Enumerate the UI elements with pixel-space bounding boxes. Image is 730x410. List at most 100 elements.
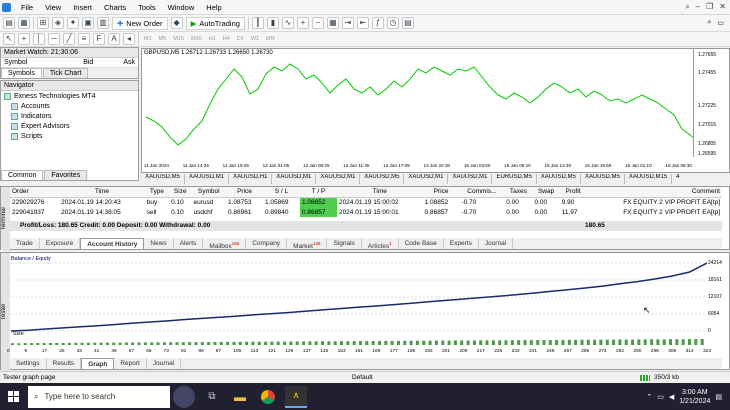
- price-chart[interactable]: GBPUSD,M5 1.26712 1.26733 1.26650 1.2673…: [141, 48, 730, 173]
- col-price[interactable]: Price: [226, 187, 263, 198]
- timeframe-m30[interactable]: M30: [189, 36, 204, 42]
- timeframe-m15[interactable]: M15: [171, 36, 186, 42]
- timeframe-h1[interactable]: H1: [207, 36, 218, 42]
- data-window-icon[interactable]: ◈: [52, 17, 64, 29]
- timeframe-m5[interactable]: M5: [157, 36, 169, 42]
- chart-tab[interactable]: XAUUSD,M1: [185, 174, 230, 184]
- periods-icon[interactable]: ◷: [386, 17, 399, 29]
- tab-code-base[interactable]: Code Base: [399, 238, 444, 249]
- tab-alerts[interactable]: Alerts: [174, 238, 204, 249]
- chart-tab[interactable]: XAUUSD,M1: [448, 174, 493, 184]
- col-profit[interactable]: Profit: [559, 187, 587, 198]
- new-chart-icon[interactable]: ▤: [3, 17, 15, 29]
- line-chart-icon[interactable]: ∿: [281, 17, 294, 29]
- col-close-time[interactable]: Time: [336, 187, 423, 198]
- metaeditor-icon[interactable]: ◆: [170, 17, 183, 29]
- nav-accounts[interactable]: Accounts: [1, 101, 138, 111]
- menu-charts[interactable]: Charts: [98, 3, 132, 12]
- col-comment[interactable]: Comment: [586, 187, 722, 198]
- windows-start-icon[interactable]: [3, 386, 25, 408]
- col-ask[interactable]: Ask: [123, 59, 135, 66]
- chart-tab[interactable]: XAUUSD,M1: [316, 174, 361, 184]
- taskbar-search[interactable]: ⌕ Type here to search: [28, 385, 170, 408]
- tab-mailbox[interactable]: Mailbox156: [203, 238, 247, 250]
- tab-settings[interactable]: Settings: [10, 358, 47, 369]
- col-symbol[interactable]: Symbol: [191, 187, 226, 198]
- chart-tab[interactable]: XAUUSD,M5: [360, 174, 405, 184]
- horizontal-line-icon[interactable]: ─: [48, 33, 60, 45]
- tab-graph[interactable]: Graph: [81, 358, 115, 369]
- clock[interactable]: 3:00 AM 1/21/2024: [679, 388, 710, 406]
- menu-window[interactable]: Window: [162, 3, 201, 12]
- profiles-icon[interactable]: ▦: [18, 17, 30, 29]
- menu-insert[interactable]: Insert: [67, 3, 98, 12]
- chat-icon[interactable]: ▭: [717, 19, 724, 27]
- chart-tab[interactable]: XAUUSD,M1: [404, 174, 449, 184]
- metatrader-icon[interactable]: ∧: [285, 385, 307, 408]
- new-order-button[interactable]: ✚ New Order: [112, 16, 168, 30]
- tab-favorites[interactable]: Favorites: [44, 170, 88, 180]
- tab-common[interactable]: Common: [1, 170, 44, 180]
- fibonacci-icon[interactable]: F: [93, 33, 105, 45]
- chart-shift-icon[interactable]: ⇤: [356, 17, 369, 29]
- navigator-icon[interactable]: ✦: [67, 17, 79, 29]
- tab-results[interactable]: Results: [47, 358, 82, 369]
- col-symbol[interactable]: Symbol: [4, 59, 27, 66]
- nav-expert-advisors[interactable]: Expert Advisors: [1, 121, 138, 131]
- candle-chart-icon[interactable]: ▮: [266, 17, 279, 29]
- chart-tab[interactable]: 4: [672, 174, 683, 184]
- file-explorer-icon[interactable]: ▬: [229, 386, 251, 408]
- chart-tab[interactable]: XAUUSD,M15: [625, 174, 673, 184]
- col-close-price[interactable]: Price: [422, 187, 460, 198]
- tab-exposure[interactable]: Exposure: [40, 238, 81, 249]
- nav-scripts[interactable]: Scripts: [1, 131, 138, 141]
- col-taxes[interactable]: Taxes: [504, 187, 533, 198]
- col-order[interactable]: Order: [10, 187, 60, 198]
- table-row[interactable]: 229041937 2024.01.19 14:38:05 sell 0.10 …: [10, 207, 722, 217]
- timeframe-d1[interactable]: D1: [235, 36, 246, 42]
- tab-tick-chart[interactable]: Tick Chart: [42, 68, 89, 78]
- chart-tab[interactable]: XAUUSD,M5: [141, 174, 186, 184]
- col-sl[interactable]: S / L: [262, 187, 300, 198]
- col-type[interactable]: Type: [144, 187, 170, 198]
- tab-tester-journal[interactable]: Journal: [147, 358, 182, 369]
- chart-tab[interactable]: XAUUSD,M5: [581, 174, 625, 184]
- volume-icon[interactable]: ◀: [669, 393, 674, 401]
- balance-graph[interactable]: [11, 255, 707, 347]
- chart-tab[interactable]: XAUUSD,M1: [272, 174, 317, 184]
- tab-journal[interactable]: Journal: [479, 238, 514, 249]
- tab-account-history[interactable]: Account History: [80, 238, 145, 249]
- col-swap[interactable]: Swap: [532, 187, 560, 198]
- menu-help[interactable]: Help: [200, 3, 227, 12]
- col-time[interactable]: Time: [59, 187, 145, 198]
- terminal-icon[interactable]: ▣: [82, 17, 94, 29]
- table-row[interactable]: 229029276 2024.01.19 14:20:43 buy 0.10 e…: [10, 197, 722, 207]
- tab-articles[interactable]: Articles1: [362, 238, 399, 250]
- zoom-out-icon[interactable]: −: [311, 17, 324, 29]
- timeframe-mn[interactable]: MN: [264, 36, 277, 42]
- close-icon[interactable]: ✕: [719, 2, 726, 12]
- search-icon[interactable]: ⌕: [685, 2, 689, 12]
- zoom-in-icon[interactable]: +: [296, 17, 309, 29]
- chart-tab[interactable]: XAUUSD,H1: [229, 174, 273, 184]
- tab-experts[interactable]: Experts: [444, 238, 479, 249]
- tab-symbols[interactable]: Symbols: [1, 68, 42, 78]
- trendline-icon[interactable]: ╱: [63, 33, 75, 45]
- templates-icon[interactable]: ▤: [401, 17, 414, 29]
- avatar[interactable]: [173, 385, 195, 408]
- col-commission[interactable]: Commis...: [459, 187, 505, 198]
- cursor-icon[interactable]: ↖: [3, 33, 15, 45]
- indicators-icon[interactable]: ƒ: [371, 17, 384, 29]
- menu-view[interactable]: View: [39, 3, 67, 12]
- col-tp[interactable]: T / P: [299, 187, 337, 198]
- chart-tab[interactable]: XAUUSD,M5: [537, 174, 581, 184]
- timeframe-w1[interactable]: W1: [249, 36, 261, 42]
- chrome-icon[interactable]: [257, 386, 279, 408]
- search-icon[interactable]: ⌕: [707, 19, 711, 27]
- menu-file[interactable]: File: [15, 3, 39, 12]
- timeframe-m1[interactable]: M1: [142, 36, 154, 42]
- tester-icon[interactable]: ▥: [97, 17, 109, 29]
- network-icon[interactable]: ▭: [657, 393, 664, 401]
- restore-icon[interactable]: ❐: [706, 2, 713, 12]
- task-view-icon[interactable]: ⧉: [201, 386, 223, 408]
